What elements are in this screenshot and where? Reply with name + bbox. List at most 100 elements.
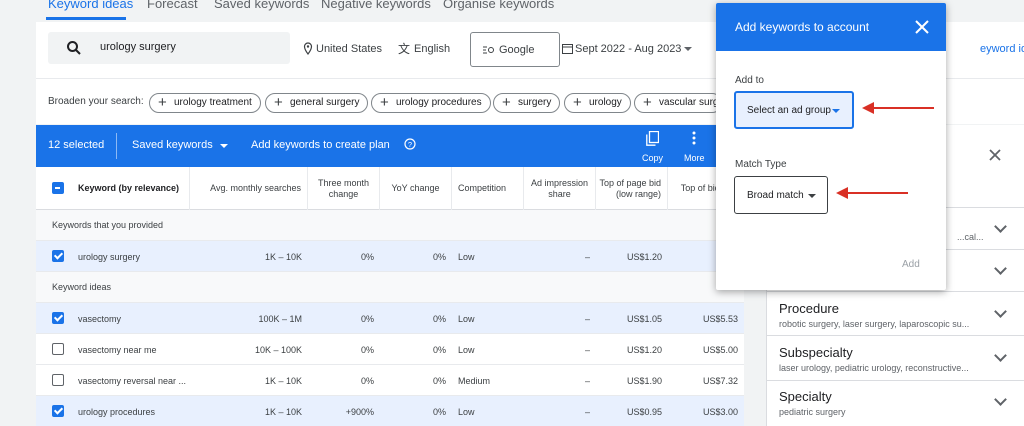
- chip-general-surgery[interactable]: general surgery: [265, 93, 369, 113]
- row-checkbox[interactable]: [52, 343, 64, 355]
- three-month-cell: +900%: [345, 406, 374, 417]
- table-row[interactable]: vasectomy near me 10K – 100K 0% 0% Low –…: [36, 334, 744, 365]
- chevron-down-icon: [994, 393, 1007, 406]
- refine-item-subspecialty[interactable]: Subspecialty laser urology, pediatric ur…: [767, 335, 1024, 380]
- help-icon[interactable]: ?: [404, 138, 416, 150]
- tab-organise-keywords[interactable]: Organise keywords: [443, 0, 554, 11]
- keyword-cell: vasectomy: [78, 313, 122, 324]
- tab-forecast[interactable]: Forecast: [147, 0, 198, 11]
- header-yoy-change[interactable]: YoY change: [380, 167, 452, 210]
- table-row[interactable]: urology procedures 1K – 10K +900% 0% Low…: [36, 396, 744, 426]
- header-keyword-label: Keyword (by relevance): [78, 183, 180, 193]
- refine-item-procedure[interactable]: Procedure robotic surgery, laser surgery…: [767, 291, 1024, 335]
- competition-cell: Low: [458, 344, 475, 355]
- dialog-title: Add keywords to account: [735, 20, 870, 34]
- more-vert-icon[interactable]: [692, 131, 696, 145]
- header-top-bid-low[interactable]: Top of page bid (low range): [596, 167, 668, 210]
- yoy-cell: 0%: [432, 406, 446, 417]
- refine-item-title: Subspecialty: [779, 345, 853, 360]
- chip-surgery[interactable]: surgery: [493, 93, 561, 113]
- table-row[interactable]: vasectomy 100K – 1M 0% 0% Low – US$1.05 …: [36, 303, 744, 334]
- refine-item-sub: robotic surgery, laser surgery, laparosc…: [779, 319, 970, 329]
- ad-group-select[interactable]: Select an ad group: [734, 91, 854, 129]
- chip-urology-treatment[interactable]: urology treatment: [149, 93, 261, 113]
- chevron-down-icon: [994, 262, 1007, 275]
- keyword-cell: urology procedures: [78, 406, 156, 417]
- location-pin-icon: [303, 42, 313, 55]
- yoy-cell: 0%: [432, 344, 446, 355]
- tab-saved-keywords[interactable]: Saved keywords: [214, 0, 309, 11]
- impression-cell: –: [584, 344, 590, 355]
- impression-cell: –: [584, 313, 590, 324]
- close-icon[interactable]: [912, 17, 932, 37]
- group-provided-keywords: Keywords that you provided: [36, 210, 744, 241]
- search-icon: [67, 41, 81, 55]
- saved-keywords-dropdown[interactable]: Saved keywords: [132, 139, 213, 151]
- network-selector[interactable]: Google: [470, 32, 560, 67]
- refine-item-specialty[interactable]: Specialty pediatric surgery: [767, 380, 1024, 426]
- three-month-cell: 0%: [360, 344, 374, 355]
- select-all-checkbox[interactable]: [52, 182, 64, 194]
- competition-cell: Medium: [458, 375, 491, 386]
- chip-vascular-surgery[interactable]: vascular surge: [634, 93, 722, 113]
- row-checkbox[interactable]: [52, 374, 64, 386]
- yoy-cell: 0%: [432, 251, 446, 262]
- header-avg-monthly-searches[interactable]: Avg. monthly searches: [190, 167, 308, 210]
- annotation-arrow: [862, 102, 934, 114]
- selection-action-bar: 12 selected Saved keywords Add keywords …: [36, 125, 716, 167]
- header-ad-impression-share[interactable]: Ad impression share: [524, 167, 596, 210]
- row-checkbox[interactable]: [52, 250, 64, 262]
- tab-keyword-ideas[interactable]: Keyword ideas: [48, 0, 133, 11]
- competition-cell: Low: [458, 313, 475, 324]
- tab-negative-keywords[interactable]: Negative keywords: [321, 0, 431, 11]
- bid-low-cell: US$1.90: [626, 375, 662, 386]
- bid-high-cell: US$5.53: [702, 313, 738, 324]
- table-row[interactable]: vasectomy reversal near ... 1K – 10K 0% …: [36, 365, 744, 396]
- header-three-month-change[interactable]: Three month change: [308, 167, 380, 210]
- searches-cell: 10K – 100K: [254, 344, 302, 355]
- table-row[interactable]: urology surgery 1K – 10K 0% 0% Low – US$…: [36, 241, 744, 272]
- close-icon[interactable]: [989, 149, 1001, 161]
- three-month-cell: 0%: [360, 375, 374, 386]
- dropdown-caret-icon: [832, 109, 840, 113]
- competition-cell: Low: [458, 406, 475, 417]
- search-input[interactable]: urology surgery: [48, 32, 290, 64]
- bid-low-cell: US$1.20: [626, 344, 662, 355]
- copy-icon[interactable]: [646, 131, 659, 146]
- bid-high-cell: US$7.32: [702, 375, 738, 386]
- add-keywords-dialog: Add keywords to account Add to Select an…: [716, 3, 946, 290]
- more-label[interactable]: More: [684, 153, 705, 163]
- broaden-label: Broaden your search:: [48, 96, 144, 107]
- date-dropdown-icon[interactable]: [684, 47, 692, 51]
- refine-item-title: Procedure: [779, 301, 839, 316]
- row-checkbox[interactable]: [52, 405, 64, 417]
- refine-item-sub: laser urology, pediatric urology, recons…: [779, 363, 969, 373]
- refine-item-title: Specialty: [779, 389, 832, 404]
- add-keywords-to-plan-button[interactable]: Add keywords to create plan: [251, 139, 390, 151]
- keyword-cell: vasectomy near me: [78, 344, 157, 355]
- location-selector[interactable]: United States: [316, 43, 382, 55]
- group-keyword-ideas: Keyword ideas: [36, 272, 744, 303]
- bid-low-cell: US$1.20: [626, 251, 662, 262]
- add-button[interactable]: Add: [902, 259, 920, 270]
- refine-item-sub: ...cal...: [957, 232, 984, 242]
- dropdown-caret-icon: [808, 194, 816, 198]
- row-checkbox[interactable]: [52, 312, 64, 324]
- bid-high-cell: US$3.00: [702, 406, 738, 417]
- header-keyword[interactable]: Keyword (by relevance): [36, 167, 190, 210]
- network-label: Google: [499, 44, 535, 56]
- chip-urology[interactable]: urology: [564, 93, 631, 113]
- add-to-label: Add to: [735, 75, 764, 86]
- match-type-select[interactable]: Broad match: [734, 176, 828, 214]
- search-query: urology surgery: [100, 41, 176, 53]
- copy-label[interactable]: Copy: [642, 153, 663, 163]
- translate-icon: 文: [398, 42, 411, 56]
- yoy-cell: 0%: [432, 375, 446, 386]
- refine-keyword-ideas-link[interactable]: eyword ideas: [980, 43, 1024, 55]
- date-range-selector[interactable]: Sept 2022 - Aug 2023: [575, 43, 681, 55]
- three-month-cell: 0%: [360, 313, 374, 324]
- chip-urology-procedures[interactable]: urology procedures: [371, 93, 491, 113]
- header-competition[interactable]: Competition: [452, 167, 524, 210]
- competition-cell: Low: [458, 251, 475, 262]
- language-selector[interactable]: English: [414, 43, 450, 55]
